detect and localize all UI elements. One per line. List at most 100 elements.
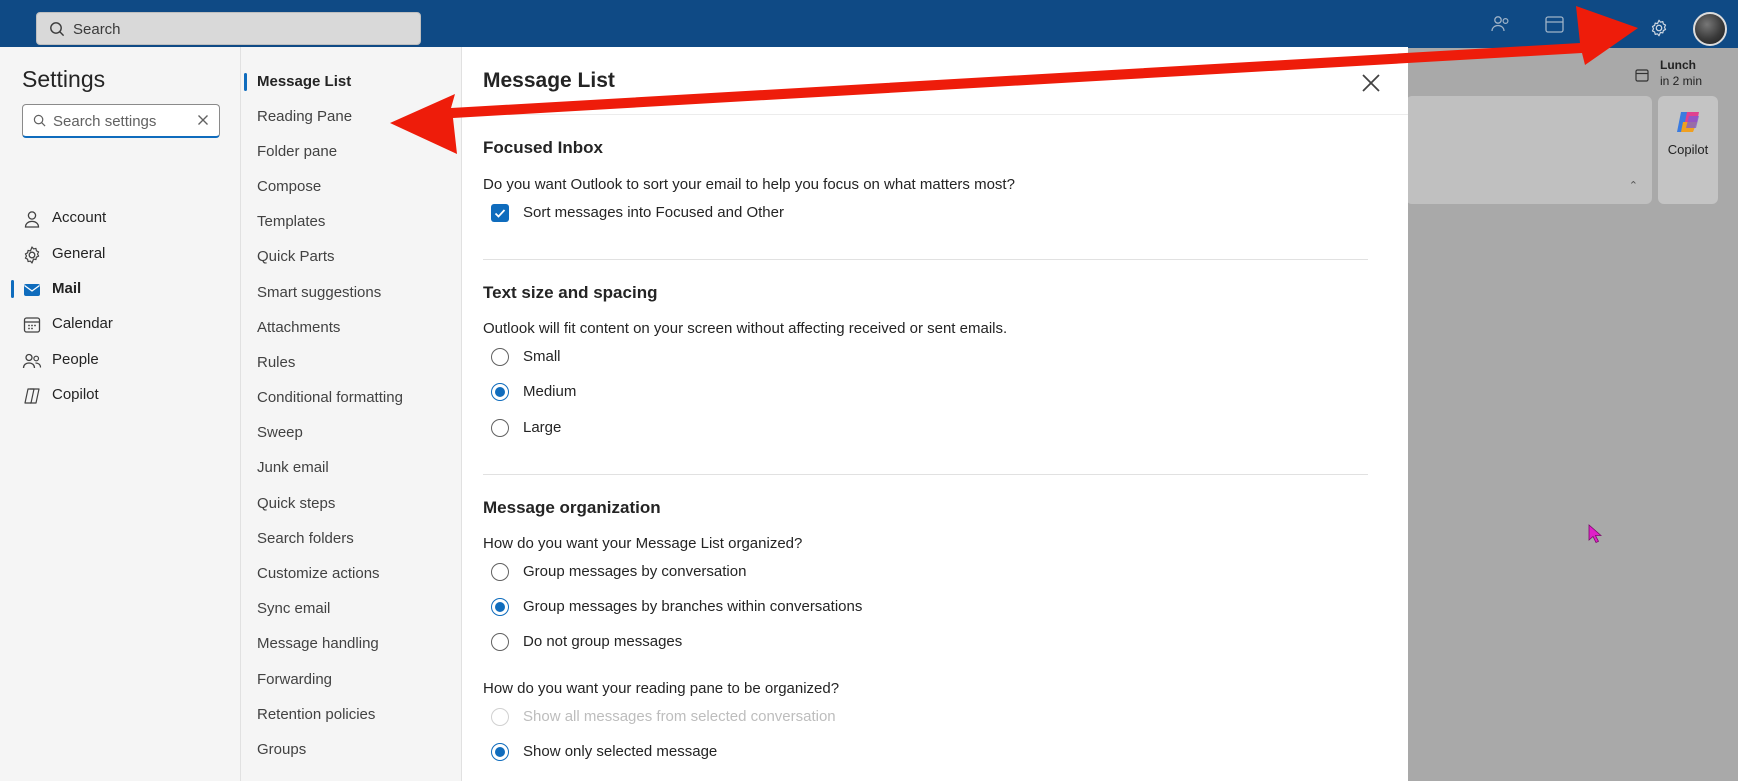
subcategory-label: Rules [257, 354, 296, 371]
subcategory-smart-suggestions[interactable]: Smart suggestions [241, 278, 461, 308]
subcategory-sync-email[interactable]: Sync email [241, 594, 461, 624]
radio-label: Show all messages from selected conversa… [523, 708, 836, 725]
category-label: Mail [52, 280, 82, 297]
event-title: Lunch [1660, 58, 1696, 72]
person-icon [24, 211, 40, 228]
global-search-placeholder: Search [73, 21, 121, 38]
radio-do-not-group[interactable]: Do not group messages [483, 630, 1183, 654]
top-bar: Search [0, 0, 1738, 48]
settings-title: Settings [22, 66, 106, 92]
radio-label: Small [523, 348, 561, 365]
subcategory-label: Retention policies [257, 706, 376, 723]
global-search-box[interactable]: Search [36, 12, 421, 45]
subcategory-label: Quick steps [257, 495, 336, 512]
subcategory-customize-actions[interactable]: Customize actions [241, 559, 461, 589]
settings-content: Message List Focused Inbox Do you want O… [462, 47, 1408, 781]
subcategory-label: Junk email [257, 459, 329, 476]
subcategory-forwarding[interactable]: Forwarding [241, 665, 461, 695]
calendar-icon [1635, 69, 1649, 82]
category-people[interactable]: People [0, 343, 240, 377]
search-icon [33, 114, 46, 127]
subcategory-quick-steps[interactable]: Quick steps [241, 489, 461, 519]
checkbox-checked[interactable] [491, 204, 509, 222]
subcategory-sweep[interactable]: Sweep [241, 418, 461, 448]
header-divider [462, 114, 1408, 115]
active-indicator [11, 280, 14, 298]
radio-button-selected[interactable] [491, 743, 509, 761]
category-label: Account [52, 209, 107, 226]
subcategory-label: Templates [257, 213, 326, 230]
focused-question: Do you want Outlook to sort your email t… [483, 176, 1015, 193]
section-heading-message-organization: Message organization [483, 498, 661, 517]
category-label: Calendar [52, 315, 113, 332]
radio-label: Group messages by branches within conver… [523, 598, 863, 615]
radio-group-by-branches[interactable]: Group messages by branches within conver… [483, 595, 1183, 619]
radio-medium[interactable]: Medium [483, 380, 1183, 404]
subcategory-label: Sweep [257, 424, 303, 441]
content-title: Message List [483, 69, 615, 92]
subcategory-message-handling[interactable]: Message handling [241, 629, 461, 659]
radio-button[interactable] [491, 419, 509, 437]
copilot-label: Copilot [1667, 142, 1709, 157]
subcategory-conditional-formatting[interactable]: Conditional formatting [241, 383, 461, 413]
subcategory-label: Conditional formatting [257, 389, 403, 406]
focused-checkbox[interactable]: Sort messages into Focused and Other [483, 201, 1183, 225]
subcategory-templates[interactable]: Templates [241, 207, 461, 237]
radio-label: Do not group messages [523, 633, 683, 650]
search-settings-box[interactable] [22, 104, 220, 138]
subcategory-label: Compose [257, 178, 322, 195]
subcategory-junk-email[interactable]: Junk email [241, 453, 461, 483]
subcategory-rules[interactable]: Rules [241, 348, 461, 378]
section-heading-text-size: Text size and spacing [483, 283, 658, 302]
subcategory-quick-parts[interactable]: Quick Parts [241, 242, 461, 272]
subcategory-label: Customize actions [257, 565, 380, 582]
radio-button-selected[interactable] [491, 598, 509, 616]
search-settings-input[interactable] [53, 111, 193, 131]
people-icon [22, 353, 42, 369]
subcategory-folder-pane[interactable]: Folder pane [241, 137, 461, 167]
settings-gear-icon[interactable] [1648, 18, 1670, 38]
checkbox-label: Sort messages into Focused and Other [523, 204, 784, 221]
radio-button-disabled [491, 708, 509, 726]
section-divider [483, 474, 1368, 475]
radio-button[interactable] [491, 348, 509, 366]
subcategory-groups[interactable]: Groups [241, 735, 461, 765]
calendar-icon[interactable] [1544, 14, 1566, 34]
chevron-up-icon[interactable]: ⌃ [1629, 179, 1638, 192]
category-account[interactable]: Account [0, 201, 240, 235]
radio-button[interactable] [491, 633, 509, 651]
subcategory-label: Message handling [257, 635, 379, 652]
subcategory-search-folders[interactable]: Search folders [241, 524, 461, 554]
radio-label: Medium [523, 383, 577, 400]
subcategory-label: Folder pane [257, 143, 338, 160]
subcategory-attachments[interactable]: Attachments [241, 313, 461, 343]
copilot-button[interactable]: Copilot [1658, 96, 1718, 204]
upcoming-event[interactable]: Lunch in 2 min [1635, 56, 1735, 92]
reading-pane-question: How do you want your reading pane to be … [483, 680, 840, 697]
calendar-icon [23, 317, 41, 333]
radio-large[interactable]: Large [483, 416, 1183, 440]
people-icon[interactable] [1490, 14, 1512, 34]
subcategory-label: Reading Pane [257, 108, 353, 125]
radio-button-selected[interactable] [491, 383, 509, 401]
category-general[interactable]: General [0, 237, 240, 271]
clear-icon[interactable] [197, 114, 209, 126]
category-calendar[interactable]: Calendar [0, 307, 240, 341]
subcategory-reading-pane[interactable]: Reading Pane [241, 102, 461, 132]
category-label: Copilot [52, 386, 99, 403]
subcategory-retention-policies[interactable]: Retention policies [241, 700, 461, 730]
subcategory-message-list[interactable]: Message List [241, 67, 461, 97]
radio-button[interactable] [491, 563, 509, 581]
radio-label: Group messages by conversation [523, 563, 747, 580]
category-mail[interactable]: Mail [0, 272, 240, 306]
radio-small[interactable]: Small [483, 345, 1183, 369]
close-icon[interactable] [1360, 72, 1382, 94]
copilot-icon [24, 388, 40, 404]
category-copilot[interactable]: Copilot [0, 378, 240, 412]
avatar[interactable] [1693, 12, 1727, 46]
radio-group-by-conversation[interactable]: Group messages by conversation [483, 560, 1183, 584]
subcategory-compose[interactable]: Compose [241, 172, 461, 202]
category-label: People [52, 351, 99, 368]
settings-dialog: Settings Account General Mail Calendar P… [0, 47, 1408, 781]
radio-show-selected-message[interactable]: Show only selected message [483, 740, 1183, 764]
